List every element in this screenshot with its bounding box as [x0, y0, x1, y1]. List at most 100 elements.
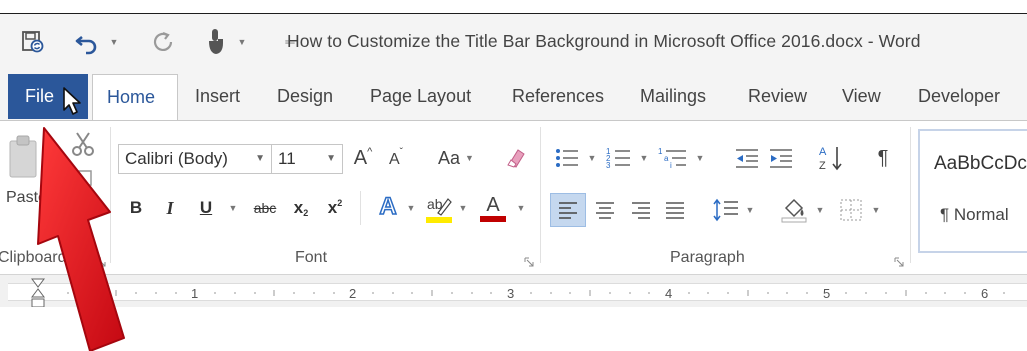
- group-separator: [910, 127, 911, 263]
- font-size-combobox[interactable]: 11 ▼: [271, 144, 343, 174]
- multilevel-list-icon[interactable]: 1ai: [656, 143, 690, 173]
- tab-page-layout[interactable]: Page Layout: [370, 74, 471, 121]
- strikethrough-button[interactable]: abc: [248, 193, 282, 223]
- mouse-pointer-icon: [62, 86, 84, 121]
- style-normal-label: ¶ Normal: [940, 205, 1009, 224]
- tab-view[interactable]: View: [842, 74, 881, 121]
- chevron-down-icon: ▼: [255, 153, 265, 164]
- divider: [360, 191, 361, 225]
- chevron-down-icon: ▼: [465, 153, 474, 163]
- ruler-ticks: [37, 290, 1005, 296]
- text-effects-button[interactable]: A: [374, 191, 402, 223]
- underline-button[interactable]: U: [194, 193, 218, 223]
- paste-button[interactable]: Paste: [6, 189, 47, 207]
- subscript-button[interactable]: x2: [288, 193, 314, 223]
- group-separator: [110, 127, 111, 263]
- increase-indent-icon[interactable]: [766, 143, 796, 173]
- ribbon-home: Paste Clipboard Calibri (Body) ▼ 11 ▼ A ^…: [0, 120, 1027, 275]
- tab-mailings[interactable]: Mailings: [640, 74, 706, 121]
- borders-icon[interactable]: [836, 193, 866, 227]
- save-icon[interactable]: [20, 27, 46, 57]
- clipboard-launcher-icon[interactable]: [96, 254, 106, 267]
- touch-mode-dropdown-icon[interactable]: ▼: [232, 27, 252, 57]
- justify-icon[interactable]: [660, 193, 690, 227]
- font-name-value: Calibri (Body): [125, 149, 228, 168]
- chevron-down-icon: ▼: [326, 153, 336, 164]
- multilevel-dropdown-icon[interactable]: ▼: [694, 143, 706, 173]
- paragraph-group-label: Paragraph: [670, 249, 745, 266]
- ruler-number: 2: [349, 286, 357, 301]
- title-bar: ▼ ▼ ═ How to Customize the Title Bar Bac…: [0, 14, 1027, 69]
- window-top-border: [0, 0, 1027, 14]
- ruler-number: 4: [665, 286, 673, 301]
- bullets-dropdown-icon[interactable]: ▼: [586, 143, 598, 173]
- undo-icon[interactable]: [74, 27, 100, 57]
- borders-dropdown-icon[interactable]: ▼: [870, 193, 882, 227]
- bold-button[interactable]: B: [124, 193, 148, 223]
- window-title: How to Customize the Title Bar Backgroun…: [287, 31, 921, 51]
- paste-icon[interactable]: [6, 133, 46, 189]
- numbering-dropdown-icon[interactable]: ▼: [638, 143, 650, 173]
- svg-text:A: A: [819, 146, 827, 158]
- highlight-dropdown-icon[interactable]: ▼: [456, 193, 470, 223]
- shading-icon[interactable]: [778, 191, 810, 227]
- clear-formatting-icon[interactable]: [500, 143, 530, 173]
- font-name-combobox[interactable]: Calibri (Body) ▼: [118, 144, 272, 174]
- grow-font-button[interactable]: A ^: [350, 143, 376, 173]
- decrease-indent-icon[interactable]: [732, 143, 762, 173]
- superscript-button[interactable]: x2: [322, 193, 348, 223]
- font-color-button[interactable]: A: [478, 191, 508, 225]
- svg-text:3: 3: [606, 161, 611, 170]
- quick-access-toolbar: ▼ ▼ ═: [20, 14, 300, 69]
- underline-dropdown-icon[interactable]: ▼: [226, 193, 240, 223]
- show-marks-button[interactable]: ¶: [870, 143, 896, 173]
- bullets-icon[interactable]: [552, 143, 582, 173]
- font-launcher-icon[interactable]: [524, 254, 534, 267]
- paragraph-launcher-icon[interactable]: [894, 254, 904, 267]
- group-separator: [540, 127, 541, 263]
- italic-button[interactable]: I: [158, 193, 182, 223]
- svg-text:Z: Z: [819, 160, 826, 172]
- redo-icon[interactable]: [152, 27, 176, 57]
- tab-design[interactable]: Design: [277, 74, 333, 121]
- tab-review[interactable]: Review: [748, 74, 807, 121]
- style-normal-tile[interactable]: AaBbCcDc ¶ Normal: [918, 129, 1027, 253]
- text-effects-dropdown-icon[interactable]: ▼: [404, 193, 418, 223]
- sort-icon[interactable]: AZ: [816, 141, 846, 175]
- ruler-number: 3: [507, 286, 515, 301]
- document-area[interactable]: [0, 307, 1027, 351]
- font-size-value: 11: [278, 149, 296, 168]
- tab-developer[interactable]: Developer: [918, 74, 1000, 121]
- ruler-strip: 1 2 3 4 5 6: [8, 283, 1027, 301]
- tab-references[interactable]: References: [512, 74, 604, 121]
- ruler-number: 6: [981, 286, 989, 301]
- copy-icon[interactable]: [72, 169, 94, 191]
- highlight-color-button[interactable]: ab: [424, 191, 454, 225]
- font-group-label: Font: [295, 249, 328, 266]
- line-spacing-dropdown-icon[interactable]: ▼: [744, 193, 756, 227]
- clipboard-group-label: Clipboard: [0, 249, 67, 266]
- svg-text:a: a: [664, 154, 669, 163]
- svg-text:1: 1: [658, 147, 663, 156]
- align-left-icon[interactable]: [550, 193, 586, 227]
- align-center-icon[interactable]: [590, 193, 620, 227]
- shrink-font-button[interactable]: Aˇ: [384, 147, 408, 173]
- horizontal-ruler: 1 2 3 4 5 6: [0, 275, 1027, 308]
- line-spacing-icon[interactable]: [710, 193, 742, 227]
- ruler-number: 1: [191, 286, 199, 301]
- font-color-swatch: [480, 216, 506, 222]
- svg-text:i: i: [670, 161, 672, 170]
- undo-dropdown-icon[interactable]: ▼: [104, 27, 124, 57]
- ribbon-tabs: File Home Insert Design Page Layout Refe…: [0, 69, 1027, 122]
- numbering-icon[interactable]: 123: [604, 143, 634, 173]
- tab-insert[interactable]: Insert: [195, 74, 240, 121]
- style-sample-text: AaBbCcDc: [934, 153, 1027, 174]
- ruler-number: 5: [823, 286, 831, 301]
- font-color-dropdown-icon[interactable]: ▼: [514, 193, 528, 223]
- align-right-icon[interactable]: [626, 193, 656, 227]
- tab-home[interactable]: Home: [92, 74, 178, 122]
- shading-dropdown-icon[interactable]: ▼: [814, 193, 826, 227]
- cut-icon[interactable]: [70, 131, 96, 157]
- touch-mode-icon[interactable]: [204, 27, 228, 57]
- change-case-button[interactable]: Aa ▼: [430, 143, 482, 173]
